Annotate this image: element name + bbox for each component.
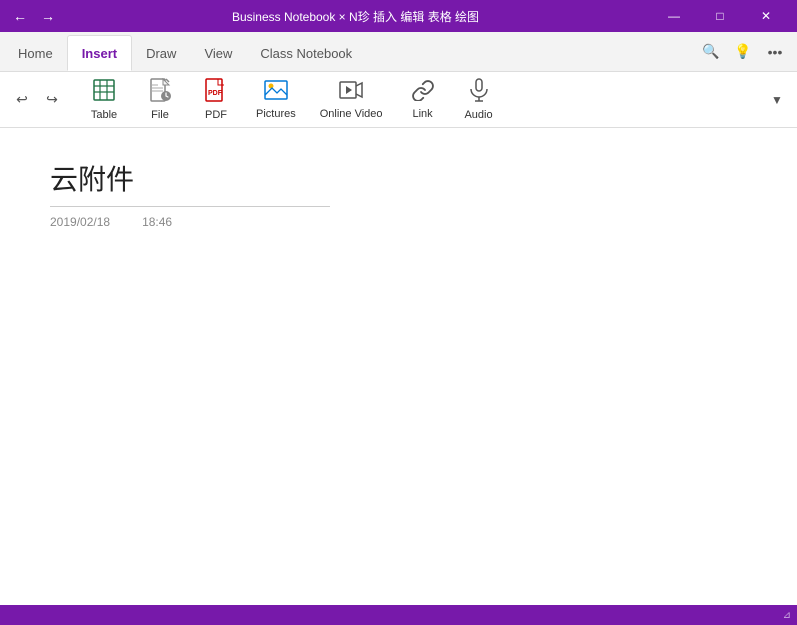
ribbon-audio[interactable]: Audio: [453, 74, 505, 126]
link-label: Link: [412, 108, 432, 120]
table-icon: [92, 78, 116, 106]
tab-bar: Home Insert Draw View Class Notebook 🔍 💡…: [0, 32, 797, 72]
undo-button[interactable]: ↩: [8, 86, 36, 114]
tab-view[interactable]: View: [190, 35, 246, 71]
minimize-button[interactable]: —: [651, 0, 697, 32]
page-title: 云附件: [50, 158, 747, 198]
more-button[interactable]: •••: [761, 38, 789, 66]
file-label: File: [151, 109, 169, 121]
ribbon: ↩ ↪ Table: [0, 72, 797, 128]
search-button[interactable]: 🔍: [697, 38, 725, 66]
ribbon-undo-redo: ↩ ↪: [8, 86, 66, 114]
content-area: 云附件 2019/02/18 18:46: [0, 128, 797, 583]
page-time: 18:46: [142, 215, 172, 229]
title-bar-controls: — □ ✕: [651, 0, 789, 32]
ribbon-online-video[interactable]: Online Video: [310, 74, 393, 126]
ribbon-file[interactable]: File: [134, 74, 186, 126]
tab-class-notebook[interactable]: Class Notebook: [246, 35, 366, 71]
resize-icon: ⊿: [783, 610, 791, 621]
page-date: 2019/02/18: [50, 215, 110, 229]
title-bar: ← → Business Notebook × N珍 插入 编辑 表格 绘图 —…: [0, 0, 797, 32]
title-bar-nav: ← →: [8, 4, 60, 28]
tab-draw[interactable]: Draw: [132, 35, 190, 71]
tab-insert[interactable]: Insert: [67, 35, 132, 71]
pdf-icon: PDF: [205, 78, 227, 106]
file-icon: [149, 78, 171, 106]
online-video-icon: [339, 79, 363, 105]
tab-home[interactable]: Home: [4, 35, 67, 71]
redo-button[interactable]: ↪: [38, 86, 66, 114]
ribbon-pictures[interactable]: Pictures: [246, 74, 306, 126]
close-button[interactable]: ✕: [743, 0, 789, 32]
page-meta: 2019/02/18 18:46: [50, 215, 747, 229]
forward-button[interactable]: →: [36, 4, 60, 28]
ribbon-link[interactable]: Link: [397, 74, 449, 126]
svg-text:PDF: PDF: [208, 90, 223, 97]
pdf-label: PDF: [205, 109, 227, 121]
status-bar: ⊿: [0, 605, 797, 625]
lightbulb-button[interactable]: 💡: [729, 38, 757, 66]
maximize-button[interactable]: □: [697, 0, 743, 32]
audio-icon: [468, 78, 490, 106]
pictures-icon: [264, 79, 288, 105]
ribbon-more-button[interactable]: ▼: [765, 86, 789, 114]
link-icon: [411, 79, 435, 105]
tab-bar-right-actions: 🔍 💡 •••: [697, 38, 789, 66]
ribbon-pdf[interactable]: PDF PDF: [190, 74, 242, 126]
online-video-label: Online Video: [320, 108, 383, 120]
audio-label: Audio: [464, 109, 492, 121]
title-bar-left: ← →: [8, 4, 60, 28]
ribbon-table[interactable]: Table: [78, 74, 130, 126]
page-divider: [50, 206, 330, 207]
table-label: Table: [91, 109, 117, 121]
pictures-label: Pictures: [256, 108, 296, 120]
title-bar-title: Business Notebook × N珍 插入 编辑 表格 绘图: [60, 8, 651, 25]
back-button[interactable]: ←: [8, 4, 32, 28]
